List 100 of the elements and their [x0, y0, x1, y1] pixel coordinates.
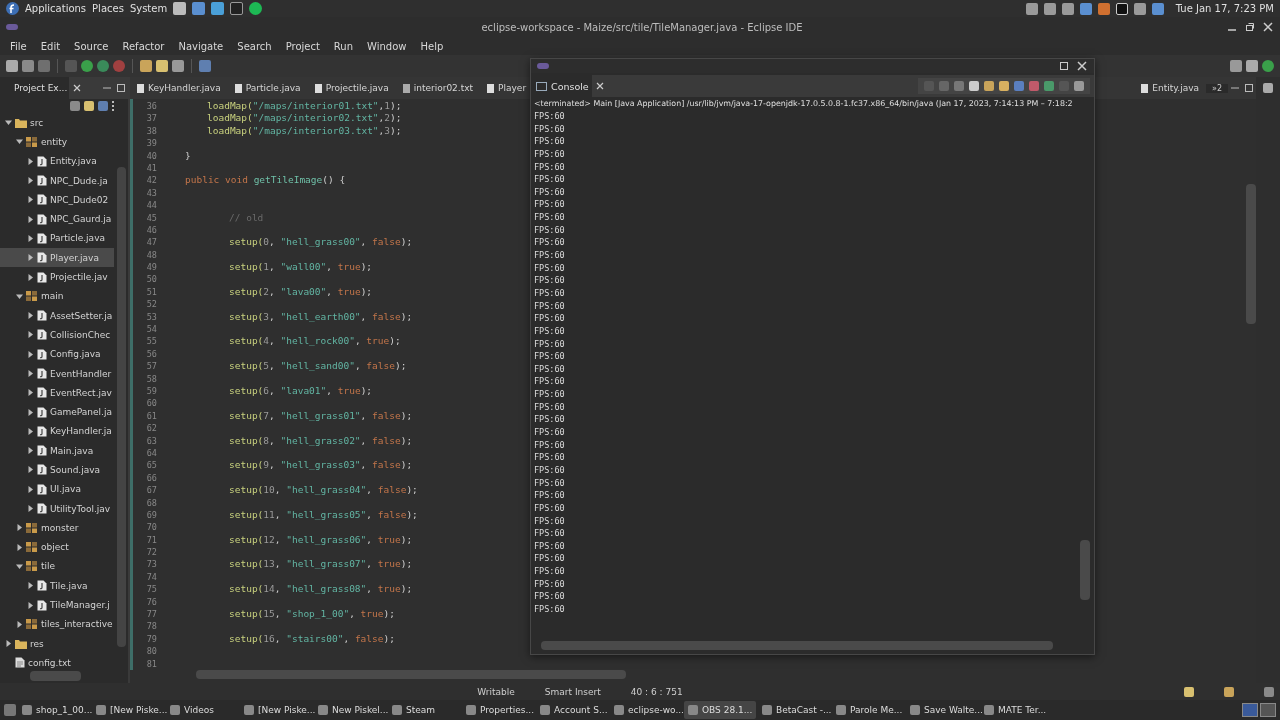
- taskbar-button[interactable]: OBS 28.1...: [684, 701, 756, 719]
- tree-item[interactable]: Main.java: [0, 441, 114, 461]
- launcher-icon[interactable]: [192, 2, 206, 15]
- expand-icon[interactable]: [26, 485, 34, 493]
- taskbar-button[interactable]: New Piskel...: [314, 701, 386, 719]
- menu-item[interactable]: Refactor: [115, 40, 172, 52]
- tree-item[interactable]: KeyHandler.ja: [0, 421, 114, 442]
- expand-icon[interactable]: [15, 292, 23, 300]
- editor-tab[interactable]: Particle.java: [227, 77, 308, 99]
- tree-item[interactable]: CollisionChec: [0, 325, 114, 345]
- taskbar-button[interactable]: Videos: [166, 701, 238, 719]
- tree-item[interactable]: NPC_Dude.ja: [0, 170, 114, 191]
- tree-item[interactable]: main: [0, 286, 114, 306]
- expand-icon[interactable]: [26, 312, 34, 320]
- tray-icon[interactable]: [1115, 2, 1128, 15]
- taskbar-button[interactable]: Steam: [388, 701, 460, 719]
- tree-item[interactable]: entity: [0, 132, 114, 152]
- tree-item[interactable]: res: [0, 634, 114, 654]
- search-icon[interactable]: [1230, 60, 1242, 72]
- expand-icon[interactable]: [26, 331, 34, 339]
- tree-item[interactable]: UtilityTool.jav: [0, 498, 114, 519]
- editor-tab[interactable]: interior02.txt: [395, 77, 481, 99]
- expand-icon[interactable]: [26, 408, 34, 416]
- status-icon[interactable]: [1224, 686, 1234, 697]
- terminal-icon[interactable]: [230, 2, 244, 15]
- console-tab[interactable]: Console: [531, 75, 592, 97]
- expand-icon[interactable]: [26, 196, 34, 204]
- tree-item[interactable]: src: [0, 113, 114, 133]
- menu-item[interactable]: File: [3, 40, 34, 52]
- panel-menu[interactable]: System: [129, 3, 168, 14]
- menu-item[interactable]: Project: [278, 40, 327, 52]
- tree-item[interactable]: Sound.java: [0, 460, 114, 480]
- taskbar-button[interactable]: Parole Me...: [832, 701, 904, 719]
- expand-icon[interactable]: [26, 234, 34, 242]
- expand-icon[interactable]: [26, 370, 34, 377]
- tree-item[interactable]: config.txt: [0, 653, 114, 671]
- expand-icon[interactable]: [26, 273, 34, 281]
- tree-item[interactable]: EventHandler: [0, 363, 114, 384]
- tree-item[interactable]: Player.java: [0, 248, 114, 268]
- expand-icon[interactable]: [15, 543, 23, 551]
- expand-icon[interactable]: [26, 157, 34, 165]
- menu-item[interactable]: Help: [413, 40, 451, 52]
- menu-item[interactable]: Run: [326, 40, 361, 52]
- tree-item[interactable]: Tile.java: [0, 576, 114, 596]
- taskbar-button[interactable]: Properties...: [462, 701, 534, 719]
- scrollbar[interactable]: [30, 671, 82, 681]
- expand-icon[interactable]: [15, 620, 23, 628]
- launcher-icon[interactable]: [211, 2, 225, 15]
- launcher-icon[interactable]: [249, 2, 263, 15]
- launcher-icon[interactable]: [173, 2, 187, 15]
- link-icon[interactable]: [84, 101, 94, 111]
- tree-item[interactable]: tiles_interactive: [0, 614, 114, 634]
- restore-icon[interactable]: [1244, 21, 1256, 33]
- close-icon[interactable]: [1076, 60, 1088, 72]
- expand-icon[interactable]: [15, 562, 23, 570]
- close-icon[interactable]: [594, 81, 605, 91]
- expand-icon[interactable]: [26, 466, 34, 474]
- toolbar-icon[interactable]: [81, 60, 93, 72]
- expand-icon[interactable]: [26, 601, 34, 609]
- tree-item[interactable]: GamePanel.ja: [0, 402, 114, 422]
- toolbar-icon[interactable]: [97, 60, 109, 72]
- maximize-icon[interactable]: [1244, 82, 1254, 94]
- menu-item[interactable]: Navigate: [171, 40, 231, 52]
- expand-icon[interactable]: [15, 524, 23, 532]
- expand-icon[interactable]: [26, 177, 34, 185]
- scrollbar[interactable]: [117, 167, 126, 647]
- taskbar-button[interactable]: shop_1_00...: [18, 701, 90, 719]
- tree-item[interactable]: Config.java: [0, 344, 114, 364]
- maximize-icon[interactable]: [116, 82, 126, 94]
- tray-icon[interactable]: [1061, 2, 1074, 15]
- editor-tab[interactable]: Player: [480, 77, 534, 99]
- maximize-icon[interactable]: [1058, 60, 1070, 72]
- tree-item[interactable]: EventRect.jav: [0, 383, 114, 403]
- tree-item[interactable]: object: [0, 537, 114, 557]
- tree-item[interactable]: TileManager.j: [0, 595, 114, 615]
- tray-icon[interactable]: [1133, 2, 1146, 15]
- close-icon[interactable]: [72, 83, 83, 93]
- scrollbar[interactable]: [1246, 184, 1256, 324]
- expand-icon[interactable]: [26, 427, 34, 435]
- expand-icon[interactable]: [26, 350, 34, 358]
- editor-tab[interactable]: Projectile.java: [307, 77, 396, 99]
- collapse-icon[interactable]: [70, 101, 80, 111]
- tab-overflow-button[interactable]: »2: [1206, 83, 1228, 93]
- menu-item[interactable]: Search: [230, 40, 279, 52]
- tree-item[interactable]: NPC_Gaurd.ja: [0, 209, 114, 229]
- scrollbar[interactable]: [196, 670, 627, 679]
- toolbar-icon[interactable]: [140, 60, 152, 72]
- scrollbar[interactable]: [1080, 540, 1090, 600]
- tree-item[interactable]: Particle.java: [0, 228, 114, 249]
- taskbar-button[interactable]: MATE Ter...: [980, 701, 1052, 719]
- tree-item[interactable]: monster: [0, 518, 114, 538]
- toolbar-icon[interactable]: [156, 60, 168, 72]
- tree-item[interactable]: NPC_Dude02: [0, 190, 114, 210]
- expand-icon[interactable]: [26, 447, 34, 455]
- view-tab[interactable]: Project Ex...: [0, 77, 70, 99]
- tree-item[interactable]: Projectile.jav: [0, 267, 114, 287]
- editor-tab[interactable]: Entity.java: [1134, 77, 1206, 99]
- tree-item[interactable]: AssetSetter.ja: [0, 305, 114, 326]
- perspective-icon[interactable]: [1246, 60, 1258, 72]
- panel-menu[interactable]: Applications: [25, 3, 87, 14]
